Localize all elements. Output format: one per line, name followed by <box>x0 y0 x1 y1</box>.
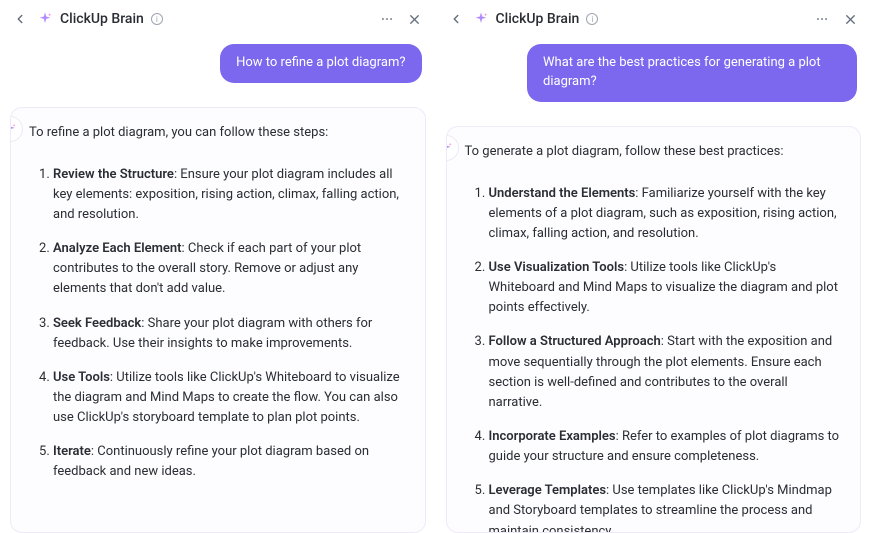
list-item: Use Tools: Utilize tools like ClickUp's … <box>53 368 407 428</box>
back-button[interactable] <box>446 9 466 29</box>
back-button[interactable] <box>10 9 30 29</box>
step-list-left: Review the Structure: Ensure your plot d… <box>29 165 407 483</box>
list-item: Iterate: Continuously refine your plot d… <box>53 442 407 482</box>
chat-header: ClickUp Brain i <box>0 0 436 38</box>
list-item: Analyze Each Element: Check if each part… <box>53 239 407 299</box>
sparkle-icon <box>10 122 17 136</box>
step-title: Use Visualization Tools <box>489 260 625 275</box>
ai-response-panel: To generate a plot diagram, follow these… <box>446 126 862 533</box>
step-title: Follow a Structured Approach <box>489 334 661 349</box>
chat-pane-left: ClickUp Brain i How to refine a plot dia… <box>0 0 436 533</box>
list-item: Leverage Templates: Use templates like C… <box>489 481 843 533</box>
chevron-left-icon <box>13 12 27 26</box>
ai-badge <box>10 116 23 142</box>
step-title: Incorporate Examples <box>489 429 616 444</box>
sparkle-icon <box>472 10 490 28</box>
sparkle-icon <box>446 141 453 155</box>
info-icon[interactable]: i <box>586 13 598 25</box>
step-list-right: Understand the Elements: Familiarize you… <box>465 184 843 533</box>
more-button[interactable] <box>376 8 398 30</box>
step-title: Seek Feedback <box>53 316 141 331</box>
sparkle-icon <box>36 10 54 28</box>
user-message-row: How to refine a plot diagram? <box>10 44 426 83</box>
list-item: Use Visualization Tools: Utilize tools l… <box>489 258 843 318</box>
app-title: ClickUp Brain <box>496 11 580 27</box>
ai-intro: To generate a plot diagram, follow these… <box>465 143 843 162</box>
step-title: Iterate <box>53 444 91 459</box>
user-message: How to refine a plot diagram? <box>220 44 421 83</box>
ai-response-panel: To refine a plot diagram, you can follow… <box>10 107 426 533</box>
chat-header: ClickUp Brain i <box>436 0 871 38</box>
chat-area: How to refine a plot diagram? To refine … <box>0 38 436 533</box>
chat-pane-right: ClickUp Brain i What are the best practi… <box>436 0 871 533</box>
ai-badge <box>446 135 459 161</box>
list-item: Incorporate Examples: Refer to examples … <box>489 427 843 467</box>
app-title: ClickUp Brain <box>60 11 144 27</box>
info-icon[interactable]: i <box>151 13 163 25</box>
user-message-row: What are the best practices for generati… <box>446 44 862 102</box>
user-message: What are the best practices for generati… <box>527 44 857 102</box>
ai-intro: To refine a plot diagram, you can follow… <box>29 124 407 143</box>
close-icon <box>843 12 858 27</box>
step-title: Use Tools <box>53 370 110 385</box>
chevron-left-icon <box>449 12 463 26</box>
more-horizontal-icon <box>815 12 829 26</box>
step-title: Understand the Elements <box>489 186 636 201</box>
list-item: Understand the Elements: Familiarize you… <box>489 184 843 244</box>
more-horizontal-icon <box>380 12 394 26</box>
list-item: Follow a Structured Approach: Start with… <box>489 332 843 413</box>
close-button[interactable] <box>404 8 426 30</box>
step-body: : Continuously refine your plot diagram … <box>53 444 369 479</box>
list-item: Seek Feedback: Share your plot diagram w… <box>53 314 407 354</box>
list-item: Review the Structure: Ensure your plot d… <box>53 165 407 225</box>
close-icon <box>407 12 422 27</box>
more-button[interactable] <box>811 8 833 30</box>
close-button[interactable] <box>839 8 861 30</box>
step-title: Analyze Each Element <box>53 241 182 256</box>
step-title: Leverage Templates <box>489 483 607 498</box>
step-title: Review the Structure <box>53 167 174 182</box>
chat-area: What are the best practices for generati… <box>436 38 871 533</box>
